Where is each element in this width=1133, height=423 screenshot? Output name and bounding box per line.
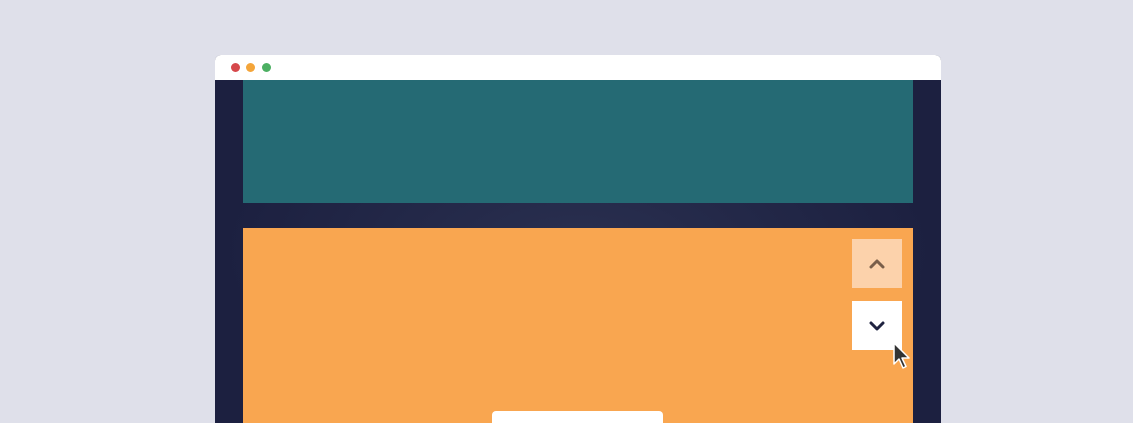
browser-window [215,55,941,423]
chevron-down-icon [869,321,885,330]
teal-section [243,80,913,203]
close-window-button[interactable] [231,63,240,72]
scroll-down-button[interactable] [852,301,902,350]
title-bar [215,55,941,80]
content-card [492,411,663,423]
scroll-up-button[interactable] [852,239,902,288]
chevron-up-icon [869,259,885,268]
orange-section [243,228,913,423]
page-content [215,80,941,423]
minimize-window-button[interactable] [246,63,255,72]
maximize-window-button[interactable] [262,63,271,72]
